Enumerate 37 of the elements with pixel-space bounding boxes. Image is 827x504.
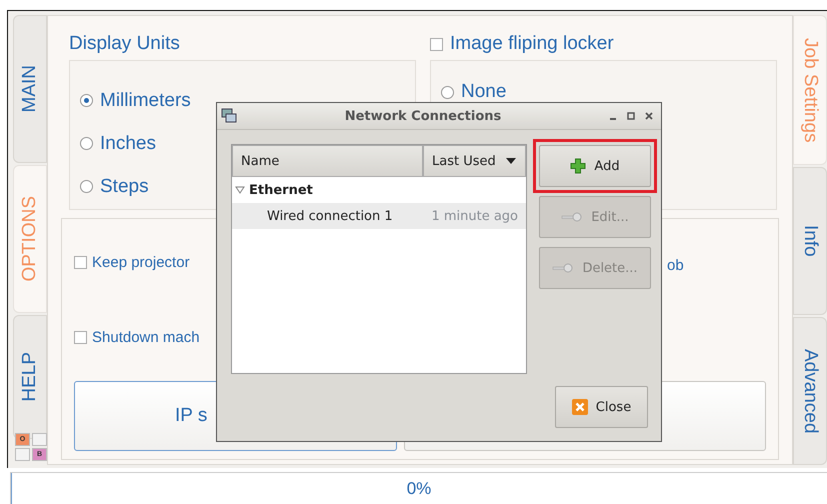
expander-icon[interactable] <box>235 185 245 195</box>
maximize-icon[interactable] <box>627 112 635 120</box>
checkbox[interactable] <box>74 331 87 344</box>
last-used: 1 minute ago <box>431 208 518 224</box>
progress-text: 0% <box>406 479 432 499</box>
plus-icon <box>570 158 586 174</box>
checkbox-label: ob <box>667 257 684 274</box>
group-label: Ethernet <box>249 182 313 198</box>
radio-button[interactable] <box>80 137 93 150</box>
radio-label: Inches <box>100 132 156 154</box>
checkbox-label: Shutdown mach <box>92 329 200 346</box>
network-icon <box>221 108 237 124</box>
key-icon <box>561 212 584 222</box>
add-button[interactable]: Add <box>539 145 651 187</box>
checkbox-label: Keep projector <box>92 254 190 271</box>
checkbox-label: Image fliping locker <box>450 33 614 55</box>
connection-row[interactable]: Wired connection 1 1 minute ago <box>232 203 526 229</box>
window-title: Network Connections <box>344 108 502 124</box>
radio-label: Steps <box>100 176 149 198</box>
checkbox[interactable] <box>430 38 443 50</box>
radio-button[interactable] <box>80 180 93 193</box>
connection-name: Wired connection 1 <box>267 208 393 224</box>
close-icon <box>572 399 588 415</box>
group-title: Display Units <box>69 32 181 56</box>
key-icon <box>552 263 574 273</box>
close-button[interactable]: Close <box>555 386 648 428</box>
side-tab[interactable]: Info <box>793 167 827 315</box>
radio-button[interactable] <box>441 86 454 98</box>
checkbox[interactable] <box>74 256 87 269</box>
column-header[interactable]: Last Used <box>423 145 526 177</box>
close-icon[interactable] <box>645 112 653 120</box>
radio-button[interactable] <box>80 94 93 107</box>
radio-label: None <box>461 81 506 103</box>
column-header[interactable]: Name <box>232 145 423 177</box>
side-tab[interactable]: MAIN <box>13 15 47 163</box>
radio-label: Millimeters <box>100 90 191 112</box>
side-tab[interactable]: Advanced <box>793 317 827 465</box>
